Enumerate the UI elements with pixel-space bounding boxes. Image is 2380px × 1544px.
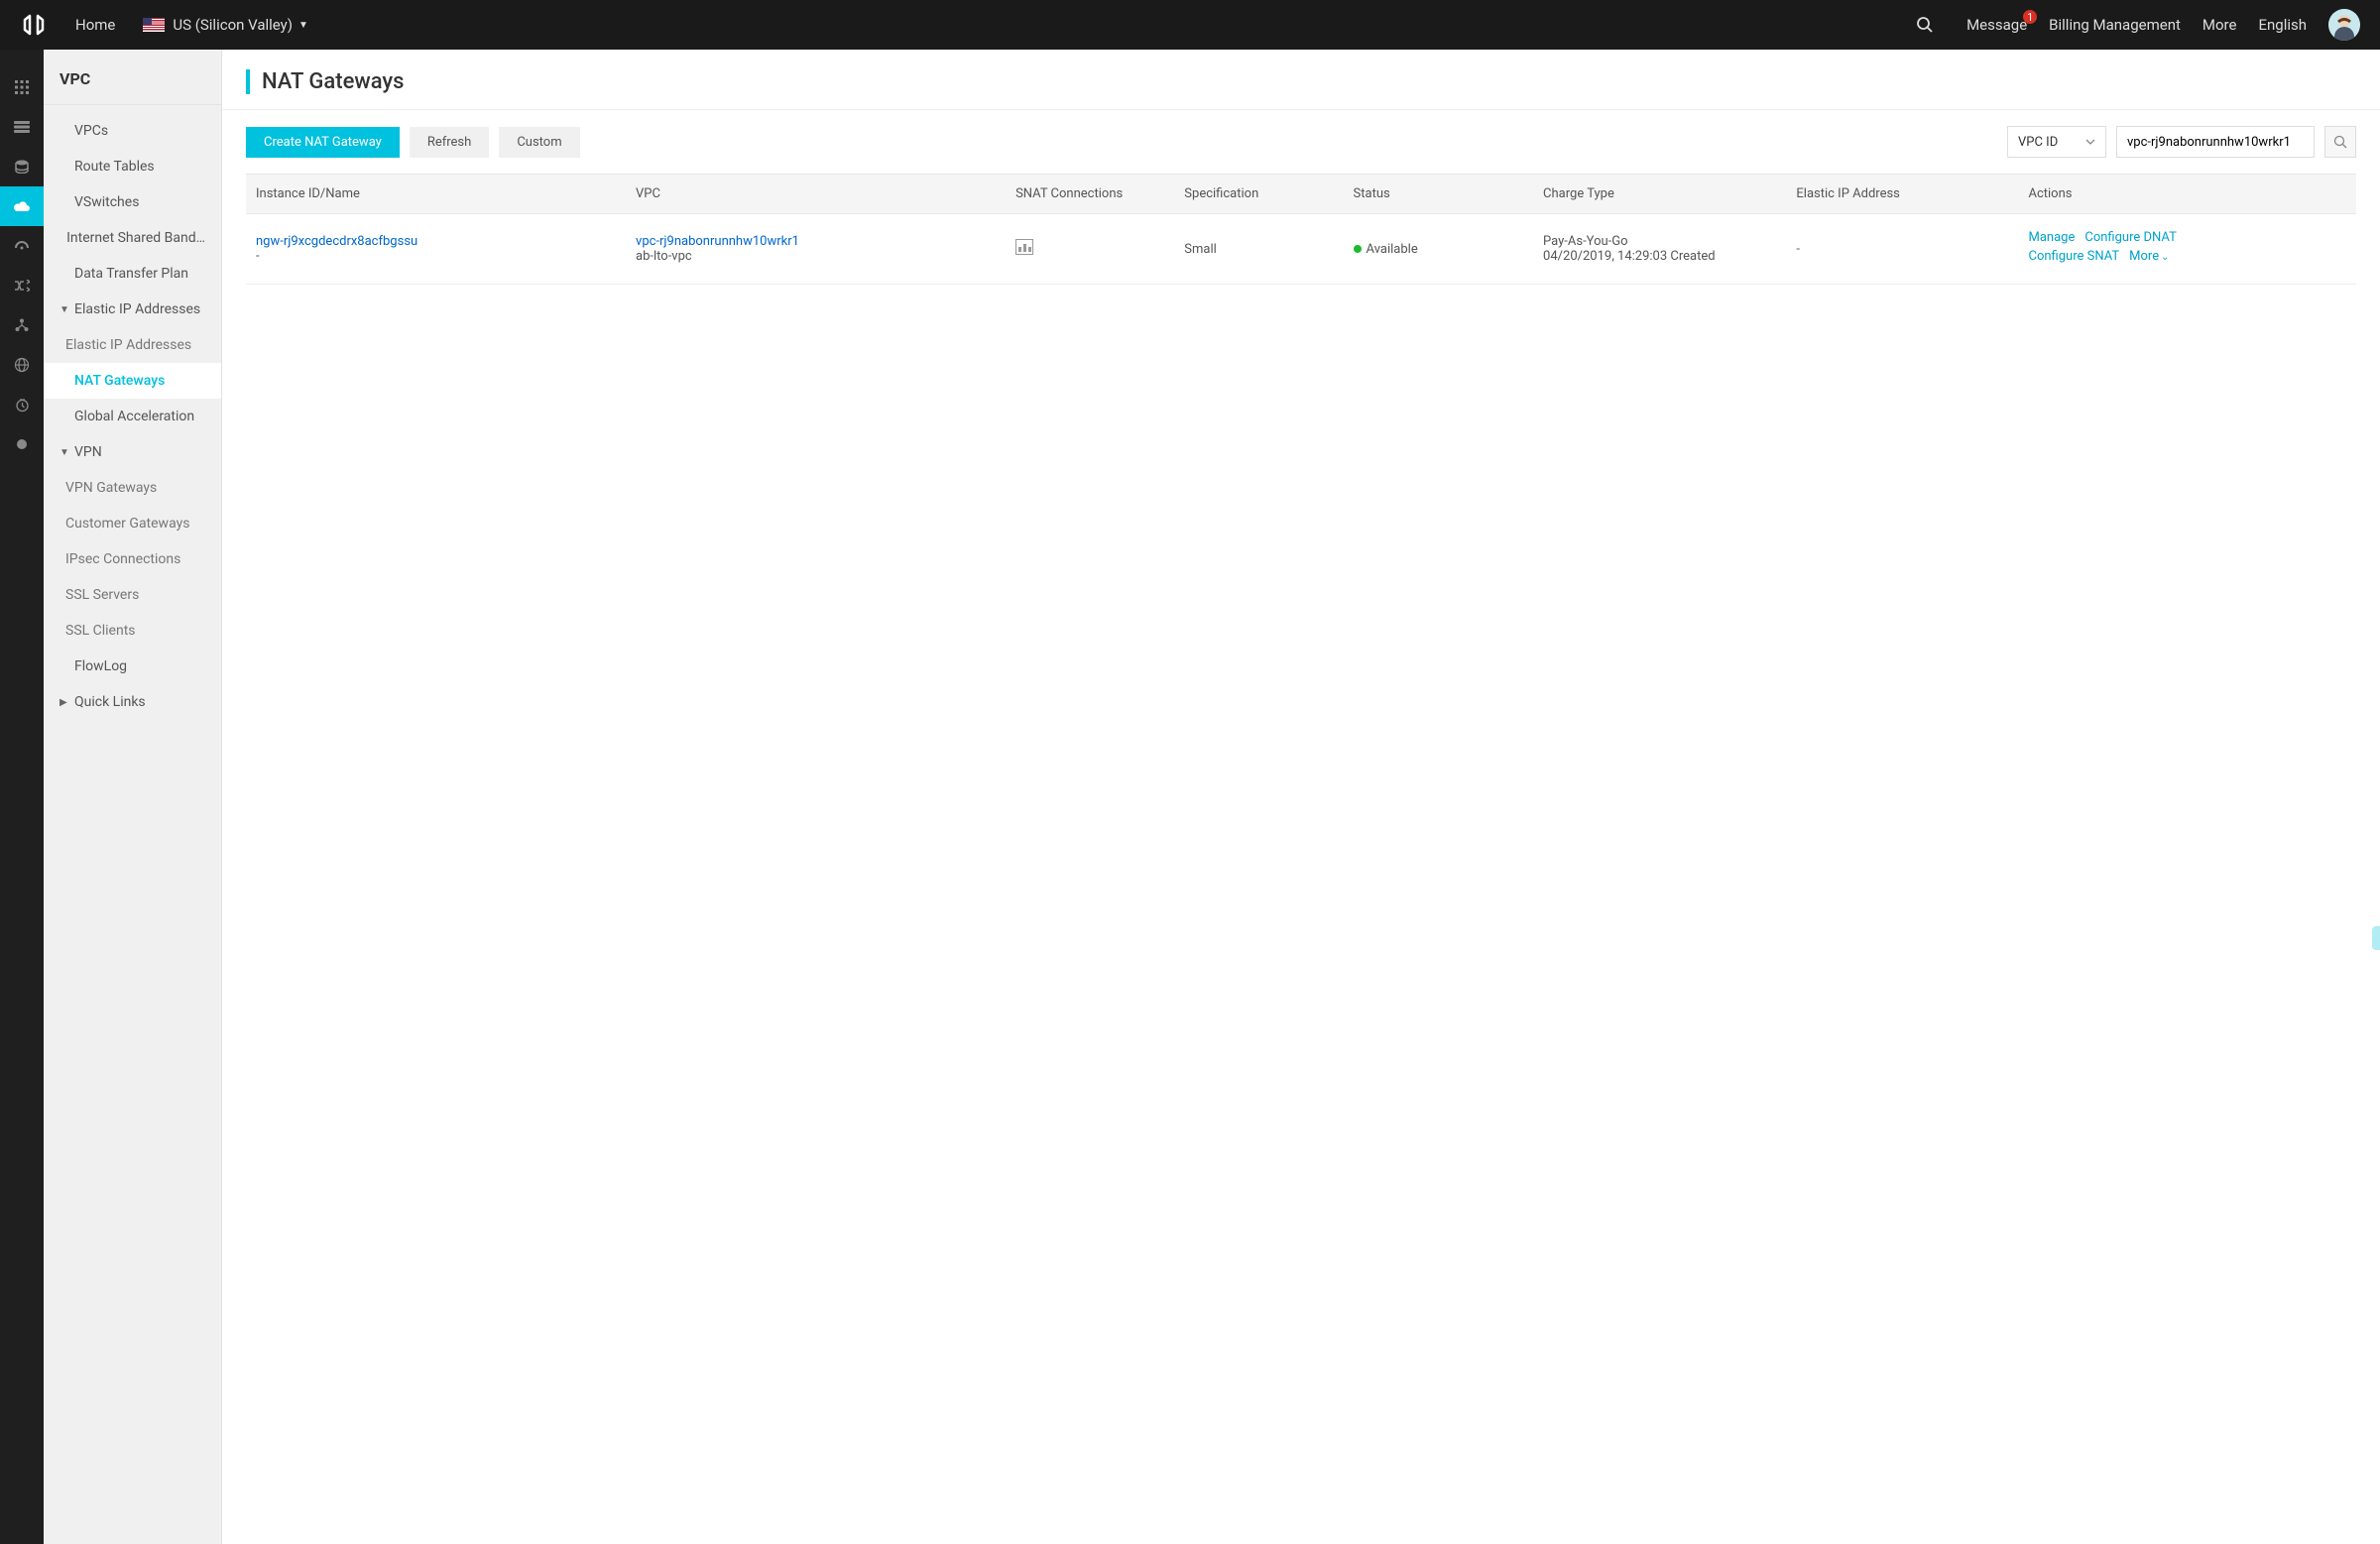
rail-shuffle-icon[interactable] xyxy=(0,266,44,305)
sidebar-item-ssl-servers[interactable]: SSL Servers xyxy=(44,577,221,613)
action-configure-snat[interactable]: Configure SNAT xyxy=(2028,249,2119,264)
region-selector[interactable]: US (Silicon Valley) ▼ xyxy=(143,16,308,34)
chevron-down-icon: ⌄ xyxy=(2161,252,2169,263)
sidebar-item-flowlog[interactable]: FlowLog xyxy=(44,649,221,684)
sidebar-item-ipsec[interactable]: IPsec Connections xyxy=(44,541,221,577)
caret-down-icon: ▼ xyxy=(298,20,308,31)
main-content: NAT Gateways Create NAT Gateway Refresh … xyxy=(222,50,2380,1544)
chevron-down-icon: ▼ xyxy=(60,304,71,315)
feedback-tab[interactable] xyxy=(2372,926,2380,950)
top-header: Home US (Silicon Valley) ▼ Message 1 Bil… xyxy=(0,0,2380,50)
rail-tree-icon[interactable] xyxy=(0,305,44,345)
sidebar-item-eip-group[interactable]: ▼Elastic IP Addresses xyxy=(44,292,221,327)
spec-value: Small xyxy=(1174,214,1343,285)
col-status: Status xyxy=(1344,175,1534,214)
rail-globe-icon[interactable] xyxy=(0,345,44,385)
home-link[interactable]: Home xyxy=(75,16,115,34)
rail-apps-icon[interactable] xyxy=(0,67,44,107)
instance-name: - xyxy=(256,249,616,264)
billing-link[interactable]: Billing Management xyxy=(2049,16,2181,34)
sidebar-item-customer-gateways[interactable]: Customer Gateways xyxy=(44,506,221,541)
vpc-name: ab-lto-vpc xyxy=(636,249,996,264)
nat-gateways-table: Instance ID/Name VPC SNAT Connections Sp… xyxy=(246,174,2356,285)
status-dot-icon xyxy=(1354,245,1362,253)
action-configure-dnat[interactable]: Configure DNAT xyxy=(2084,230,2176,245)
vpc-id-link[interactable]: vpc-rj9nabonrunnhw10wrkr1 xyxy=(636,234,996,249)
action-more[interactable]: More⌄ xyxy=(2129,249,2169,264)
message-link[interactable]: Message 1 xyxy=(1966,16,2027,34)
filter-input[interactable] xyxy=(2116,126,2315,158)
sidebar-item-data-transfer[interactable]: Data Transfer Plan xyxy=(44,256,221,292)
filter-type-select[interactable]: VPC ID xyxy=(2007,126,2106,158)
create-button[interactable]: Create NAT Gateway xyxy=(246,127,400,158)
chevron-down-icon xyxy=(2085,139,2095,145)
icon-rail xyxy=(0,50,44,1544)
col-spec: Specification xyxy=(1174,175,1343,214)
sidebar-item-global-accel[interactable]: Global Acceleration xyxy=(44,399,221,434)
user-avatar[interactable] xyxy=(2328,9,2360,41)
sidebar-item-ssl-clients[interactable]: SSL Clients xyxy=(44,613,221,649)
sidebar-item-nat-gateways[interactable]: NAT Gateways xyxy=(44,363,221,399)
sidebar-item-vpn-gateways[interactable]: VPN Gateways xyxy=(44,470,221,506)
search-button[interactable] xyxy=(2324,126,2356,158)
sidebar-item-eip[interactable]: Elastic IP Addresses xyxy=(44,327,221,363)
col-eip: Elastic IP Address xyxy=(1786,175,2018,214)
status-value: Available xyxy=(1367,242,1418,257)
col-vpc: VPC xyxy=(626,175,1006,214)
sidebar-item-route-tables[interactable]: Route Tables xyxy=(44,149,221,184)
sidebar-item-vpn-group[interactable]: ▼VPN xyxy=(44,434,221,470)
sidebar-item-vswitches[interactable]: VSwitches xyxy=(44,184,221,220)
sidebar-item-shared-bandwidth[interactable]: Internet Shared Band… xyxy=(44,220,221,256)
language-selector[interactable]: English xyxy=(2258,16,2307,34)
col-snat: SNAT Connections xyxy=(1006,175,1174,214)
table-row: ngw-rj9xcgdecdrx8acfbgssu - vpc-rj9nabon… xyxy=(246,214,2356,285)
rail-cloud-icon[interactable] xyxy=(0,186,44,226)
sidebar: VPC VPCs Route Tables VSwitches Internet… xyxy=(44,50,222,1544)
rail-server-icon[interactable] xyxy=(0,107,44,147)
sidebar-item-vpcs[interactable]: VPCs xyxy=(44,113,221,149)
charge-type: Pay-As-You-Go xyxy=(1543,234,1776,249)
sidebar-title: VPC xyxy=(44,50,221,105)
chart-icon[interactable] xyxy=(1015,239,1033,255)
search-icon[interactable] xyxy=(1905,16,1945,34)
brand-logo[interactable] xyxy=(20,11,48,39)
toolbar: Create NAT Gateway Refresh Custom VPC ID xyxy=(222,110,2380,174)
refresh-button[interactable]: Refresh xyxy=(410,127,489,158)
message-badge: 1 xyxy=(2023,10,2037,24)
flag-icon xyxy=(143,18,165,32)
sidebar-item-quick-links[interactable]: ▶Quick Links xyxy=(44,684,221,720)
instance-id-link[interactable]: ngw-rj9xcgdecdrx8acfbgssu xyxy=(256,234,616,249)
rail-dot-icon[interactable] xyxy=(0,424,44,464)
chevron-down-icon: ▼ xyxy=(60,447,71,458)
col-charge: Charge Type xyxy=(1533,175,1786,214)
page-title: NAT Gateways xyxy=(246,69,2356,94)
col-actions: Actions xyxy=(2018,175,2356,214)
custom-button[interactable]: Custom xyxy=(499,127,579,158)
action-manage[interactable]: Manage xyxy=(2028,230,2075,245)
charge-time: 04/20/2019, 14:29:03 Created xyxy=(1543,249,1776,264)
chevron-right-icon: ▶ xyxy=(60,697,71,708)
rail-database-icon[interactable] xyxy=(0,147,44,186)
rail-clock-icon[interactable] xyxy=(0,385,44,424)
search-icon xyxy=(2333,135,2347,149)
col-instance: Instance ID/Name xyxy=(246,175,626,214)
eip-value: - xyxy=(1786,214,2018,285)
more-link[interactable]: More xyxy=(2202,16,2237,34)
region-label: US (Silicon Valley) xyxy=(173,16,293,34)
rail-speed-icon[interactable] xyxy=(0,226,44,266)
